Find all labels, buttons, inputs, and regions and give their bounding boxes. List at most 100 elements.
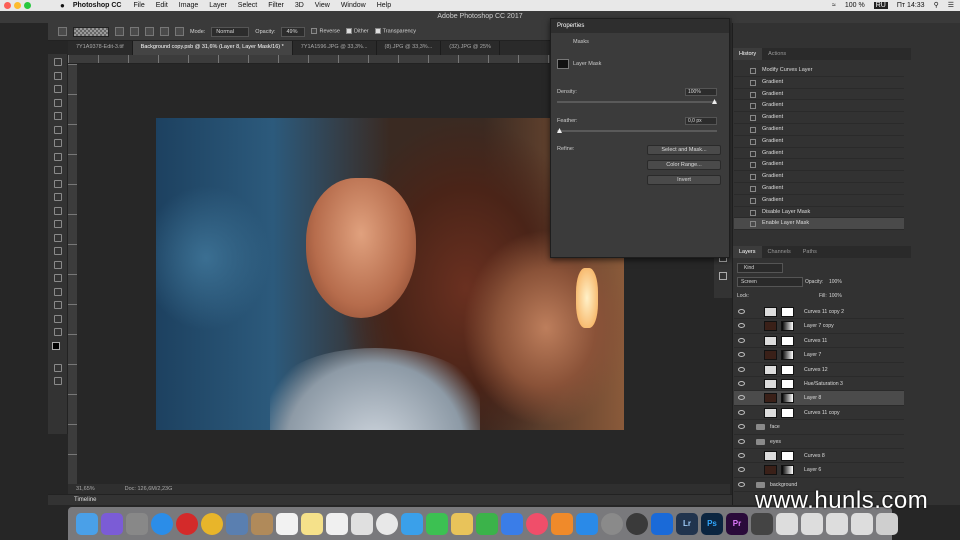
- visibility-eye-icon[interactable]: [738, 381, 745, 386]
- premiere-icon[interactable]: Pr: [726, 512, 748, 535]
- wifi-icon[interactable]: ≈: [832, 2, 836, 9]
- visibility-eye-icon[interactable]: [738, 438, 745, 444]
- zoom-window-button[interactable]: [24, 2, 31, 9]
- numbers-icon[interactable]: [476, 512, 498, 535]
- history-item[interactable]: Gradient: [734, 112, 904, 124]
- shape-tool-icon[interactable]: [53, 287, 62, 296]
- layer-thumbnail[interactable]: [764, 393, 777, 404]
- type-tool-icon[interactable]: [53, 260, 62, 269]
- dither-checkbox[interactable]: Dither: [345, 28, 369, 35]
- layer-mask-thumb[interactable]: [781, 350, 794, 361]
- marquee-tool-icon[interactable]: [53, 71, 62, 80]
- calendar-icon[interactable]: [276, 512, 298, 535]
- layer-mask-thumb[interactable]: [781, 307, 794, 317]
- finder-window-thumb-3[interactable]: [801, 512, 823, 535]
- visibility-eye-icon[interactable]: [738, 453, 745, 458]
- density-field[interactable]: 100%: [685, 88, 717, 96]
- path-select-tool-icon[interactable]: [53, 274, 62, 282]
- ibooks-icon[interactable]: [551, 512, 573, 535]
- finder-window-thumb-2[interactable]: [776, 512, 798, 535]
- crop-tool-icon[interactable]: [53, 112, 62, 120]
- menu-file[interactable]: File: [133, 2, 144, 9]
- reminders-icon[interactable]: [326, 512, 348, 535]
- reflected-gradient-icon[interactable]: [160, 27, 169, 36]
- select-and-mask-button[interactable]: Select and Mask...: [647, 145, 721, 155]
- photos-icon[interactable]: [376, 512, 398, 535]
- visibility-eye-icon[interactable]: [738, 409, 745, 415]
- linear-gradient-icon[interactable]: [115, 27, 124, 36]
- layer-mask-thumb[interactable]: [781, 393, 794, 404]
- tab-paths[interactable]: Paths: [797, 246, 823, 258]
- stamp-tool-icon[interactable]: [53, 166, 62, 174]
- launchpad-icon[interactable]: [126, 512, 148, 535]
- history-item[interactable]: Gradient: [734, 77, 904, 89]
- tab-doc-4[interactable]: (8).JPG @ 33,3%...: [377, 41, 442, 55]
- tab-doc-1[interactable]: 7Y1A9378-Edit-3.tif: [68, 41, 133, 55]
- preview-icon[interactable]: [226, 512, 248, 535]
- visibility-eye-icon[interactable]: [738, 309, 745, 314]
- layer-row[interactable]: Layer 8: [734, 391, 904, 406]
- zoom-level[interactable]: 31,65%: [76, 484, 95, 494]
- move-tool-icon[interactable]: [53, 58, 62, 66]
- layer-thumbnail[interactable]: [764, 350, 777, 361]
- menu-window[interactable]: Window: [341, 2, 366, 9]
- browser-icon[interactable]: [651, 512, 673, 535]
- layer-row[interactable]: eyes: [734, 435, 904, 449]
- finder-icon[interactable]: [76, 512, 98, 535]
- menu-filter[interactable]: Filter: [268, 2, 284, 9]
- transparency-checkbox[interactable]: Transparency: [374, 28, 416, 35]
- angle-gradient-icon[interactable]: [145, 27, 154, 36]
- history-item[interactable]: Enable Layer Mask: [734, 218, 904, 231]
- layer-row[interactable]: Layer 6: [734, 463, 904, 478]
- photoshop-icon[interactable]: Ps: [701, 512, 723, 535]
- tab-actions[interactable]: Actions: [762, 48, 792, 60]
- layer-mask-thumb[interactable]: [781, 379, 794, 389]
- menu-edit[interactable]: Edit: [156, 2, 168, 9]
- app-menu[interactable]: Photoshop CC: [73, 2, 122, 9]
- visibility-eye-icon[interactable]: [738, 366, 745, 372]
- system-preferences-icon[interactable]: [601, 512, 623, 535]
- layer-mask-thumb[interactable]: [781, 321, 794, 332]
- tab-doc-2[interactable]: Background copy.psb @ 31,6% (Layer 8, La…: [132, 41, 293, 55]
- gradient-swatch[interactable]: [73, 26, 109, 37]
- visibility-eye-icon[interactable]: [738, 467, 745, 473]
- clock[interactable]: Пт 14:33: [897, 2, 925, 9]
- fill-value[interactable]: 100%: [829, 293, 842, 299]
- layer-row[interactable]: Hue/Saturation 3: [734, 377, 904, 392]
- history-item[interactable]: Gradient: [734, 100, 904, 113]
- visibility-eye-icon[interactable]: [738, 481, 745, 487]
- layer-thumbnail[interactable]: [764, 407, 777, 418]
- feather-slider[interactable]: [557, 128, 717, 133]
- eraser-tool-icon[interactable]: [53, 193, 62, 201]
- opacity-field[interactable]: 49%: [281, 26, 306, 37]
- healing-tool-icon[interactable]: [53, 139, 62, 147]
- pages-icon[interactable]: [451, 512, 473, 535]
- menu-image[interactable]: Image: [179, 2, 198, 9]
- pen-tool-icon[interactable]: [53, 247, 62, 255]
- hand-tool-icon[interactable]: [53, 301, 62, 309]
- minimize-window-button[interactable]: [14, 2, 21, 9]
- blend-mode-select[interactable]: Screen: [737, 277, 803, 287]
- density-slider[interactable]: [557, 99, 717, 104]
- diamond-gradient-icon[interactable]: [175, 27, 184, 36]
- lasso-tool-icon[interactable]: [53, 85, 62, 93]
- history-item[interactable]: Disable Layer Mask: [734, 207, 904, 219]
- menu-list-icon[interactable]: ☰: [948, 1, 954, 9]
- dodge-tool-icon[interactable]: [53, 233, 62, 242]
- tab-layers[interactable]: Layers: [733, 246, 762, 258]
- layer-thumbnail[interactable]: [764, 364, 777, 375]
- layer-row[interactable]: Curves 11 copy 2: [734, 305, 904, 320]
- layer-filter-kind[interactable]: Kind: [737, 263, 783, 273]
- paragraph-panel-icon[interactable]: [719, 272, 727, 280]
- history-item[interactable]: Gradient: [734, 159, 904, 172]
- layer-row[interactable]: Curves 8: [734, 449, 904, 464]
- messages-icon[interactable]: [401, 512, 423, 535]
- invert-button[interactable]: Invert: [647, 175, 721, 185]
- menu-view[interactable]: View: [315, 2, 330, 9]
- layer-thumbnail[interactable]: [764, 451, 777, 461]
- history-item[interactable]: Gradient: [734, 148, 904, 160]
- eyedropper-tool-icon[interactable]: [53, 125, 62, 134]
- history-item[interactable]: Gradient: [734, 183, 904, 195]
- menu-layer[interactable]: Layer: [209, 2, 227, 9]
- safari-icon[interactable]: [151, 512, 173, 535]
